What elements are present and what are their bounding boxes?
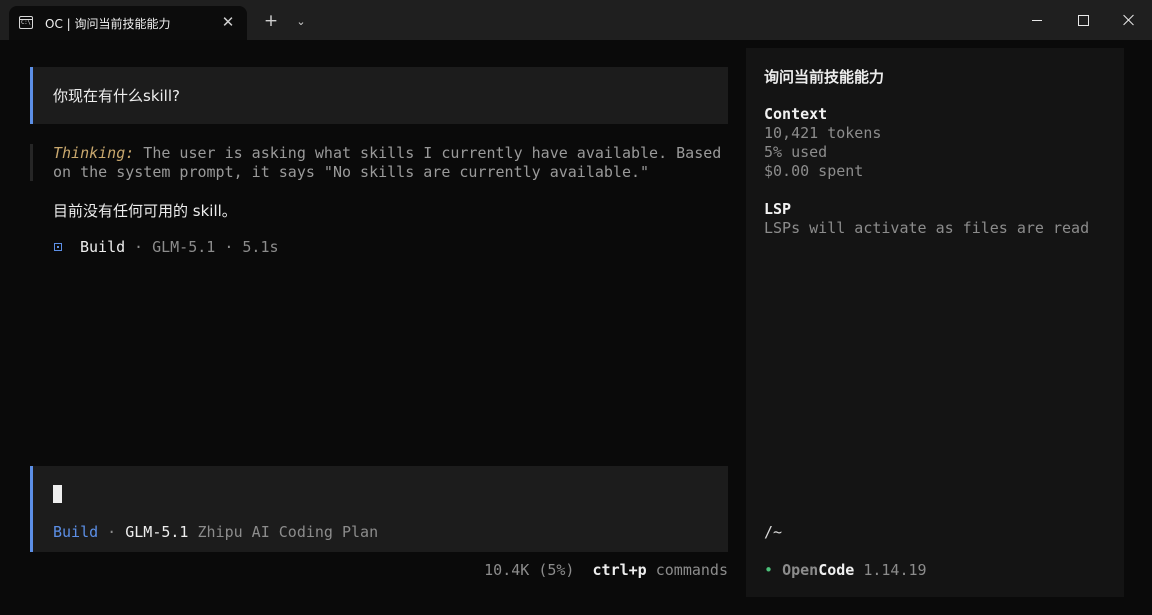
provider-label: Zhipu AI Coding Plan [188, 523, 379, 541]
lsp-status: LSPs will activate as files are read [764, 219, 1090, 237]
model-label[interactable]: GLM-5.1 [125, 523, 188, 541]
maximize-icon [1078, 15, 1089, 26]
brand-code: Code [818, 561, 855, 579]
thinking-line-1: Thinking: The user is asking what skills… [53, 144, 721, 162]
thinking-block: Thinking: The user is asking what skills… [30, 144, 728, 181]
thinking-text-1: The user is asking what skills I current… [134, 144, 722, 162]
title-bar: C:\ OC | 询问当前技能能力 ✕ + ⌄ [0, 0, 1152, 40]
agent-selector[interactable]: Build [53, 523, 98, 541]
thinking-label: Thinking: [53, 144, 135, 162]
agent-square-dot [56, 245, 59, 248]
prompt-input[interactable]: Build · GLM-5.1 Zhipu AI Coding Plan [30, 466, 728, 552]
build-meta: · GLM-5.1 · 5.1s [125, 238, 279, 256]
text-cursor [53, 485, 62, 503]
shortcut-key: ctrl+p [592, 561, 647, 579]
status-dot-icon: • [764, 561, 774, 579]
new-tab-button[interactable]: + [260, 10, 282, 32]
context-usage: 10.4K (5%) [484, 561, 575, 579]
session-sidebar: 询问当前技能能力 Context 10,421 tokens 5% used $… [746, 48, 1124, 597]
tab-title: OC | 询问当前技能能力 [45, 17, 171, 31]
footer-status: 10.4K (5%) ctrl+p commands [484, 561, 728, 579]
working-directory: /~ [764, 523, 783, 541]
separator: · [98, 523, 126, 541]
session-title: 询问当前技能能力 [764, 68, 885, 86]
lsp-heading: LSP [764, 200, 792, 218]
terminal-body: 你现在有什么skill? Thinking: The user is askin… [0, 40, 1152, 615]
shortcut-label[interactable]: commands [647, 561, 728, 579]
minimize-button[interactable] [1014, 0, 1060, 40]
context-used: 5% used [764, 143, 828, 161]
assistant-reply: 目前没有任何可用的 skill。 [53, 202, 237, 220]
brand-open: Open [782, 561, 819, 579]
terminal-icon-label: C:\ [21, 19, 31, 26]
close-window-button[interactable] [1106, 0, 1152, 40]
context-heading: Context [764, 105, 828, 123]
user-message: 你现在有什么skill? [30, 67, 728, 124]
app-version: 1.14.19 [854, 561, 927, 579]
thinking-line-2: on the system prompt, it says "No skills… [53, 163, 650, 181]
context-tokens: 10,421 tokens [764, 124, 882, 142]
build-status-row: Build · GLM-5.1 · 5.1s [53, 238, 279, 328]
tab-dropdown-chevron-icon[interactable]: ⌄ [291, 12, 311, 32]
maximize-button[interactable] [1060, 0, 1106, 40]
close-tab-icon[interactable]: ✕ [218, 12, 238, 32]
tab-session[interactable]: C:\ OC | 询问当前技能能力 ✕ [9, 6, 247, 40]
build-agent-label: Build [80, 238, 126, 256]
minimize-icon [1032, 20, 1042, 21]
app-version-row: • OpenCode 1.14.19 [764, 561, 927, 579]
context-spent: $0.00 spent [764, 162, 864, 180]
agent-square-icon [54, 243, 62, 251]
user-message-text: 你现在有什么skill? [53, 87, 180, 105]
input-status-line: Build · GLM-5.1 Zhipu AI Coding Plan [53, 523, 378, 541]
terminal-icon: C:\ [19, 16, 33, 29]
